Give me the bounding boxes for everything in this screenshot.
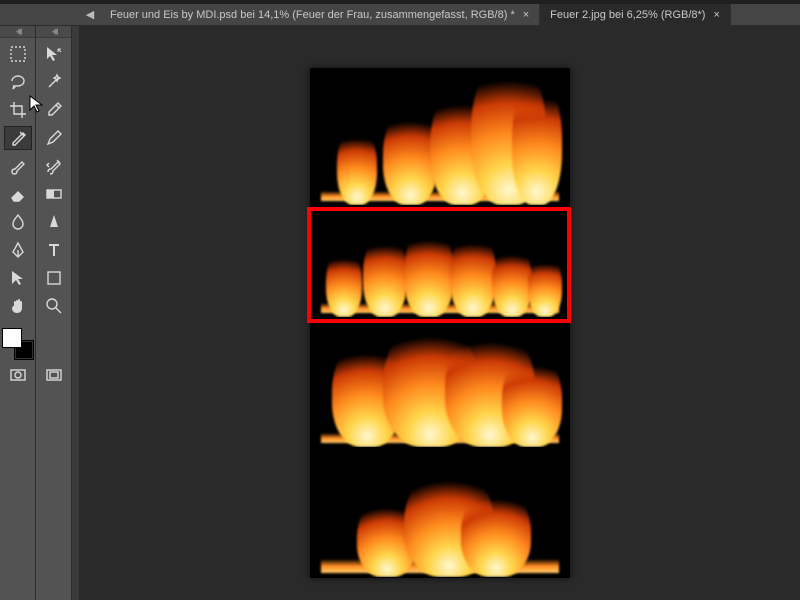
flame-row-1 [311, 69, 569, 205]
history-brush-tool[interactable] [40, 154, 68, 178]
close-icon[interactable]: × [523, 9, 529, 21]
quick-mask-toggle[interactable] [9, 368, 27, 382]
flame-row-3 [311, 317, 569, 447]
flame-row-2 [311, 205, 569, 317]
canvas-area[interactable] [80, 26, 800, 600]
workspace [0, 26, 800, 600]
tools-panel-drag-handle-2[interactable] [36, 26, 71, 38]
document-tab-2[interactable]: Feuer 2.jpg bei 6,25% (RGB/8*) × [540, 4, 731, 25]
crop-tool[interactable] [4, 98, 32, 122]
magic-wand-tool[interactable] [40, 70, 68, 94]
pen-tool[interactable] [4, 238, 32, 262]
gradient-tool[interactable] [40, 182, 68, 206]
lasso-tool[interactable] [4, 70, 32, 94]
brush-tool[interactable] [4, 154, 32, 178]
marquee-tool[interactable] [4, 42, 32, 66]
type-tool[interactable] [40, 238, 68, 262]
healing-brush-tool[interactable] [4, 126, 32, 150]
flame-row-4 [311, 447, 569, 577]
color-swatches[interactable] [2, 328, 34, 360]
screen-mode-toggle[interactable] [45, 368, 63, 382]
document-tab-2-label: Feuer 2.jpg bei 6,25% (RGB/8*) [550, 9, 705, 21]
panel-gutter [72, 26, 80, 600]
tools-panel-col2 [36, 26, 72, 600]
close-icon[interactable]: × [713, 9, 719, 21]
document-tab-1[interactable]: Feuer und Eis by MDI.psd bei 14,1% (Feue… [100, 4, 540, 25]
sharpen-tool[interactable] [40, 210, 68, 234]
image-document[interactable] [310, 68, 570, 578]
path-select-tool[interactable] [4, 266, 32, 290]
blur-tool[interactable] [4, 210, 32, 234]
hand-tool[interactable] [4, 294, 32, 318]
eraser-tool[interactable] [4, 182, 32, 206]
foreground-color-swatch[interactable] [2, 328, 22, 348]
tools-panel-col1 [0, 26, 36, 600]
shape-tool[interactable] [40, 266, 68, 290]
document-tab-1-label: Feuer und Eis by MDI.psd bei 14,1% (Feue… [110, 9, 515, 21]
eyedropper-tool[interactable] [40, 98, 68, 122]
document-tab-bar: ◀ Feuer und Eis by MDI.psd bei 14,1% (Fe… [0, 4, 800, 26]
tools-panel-drag-handle[interactable] [0, 26, 35, 38]
move-tool[interactable] [40, 42, 68, 66]
tab-scroll-left[interactable]: ◀ [80, 4, 100, 25]
pencil-tool[interactable] [40, 126, 68, 150]
zoom-tool[interactable] [40, 294, 68, 318]
